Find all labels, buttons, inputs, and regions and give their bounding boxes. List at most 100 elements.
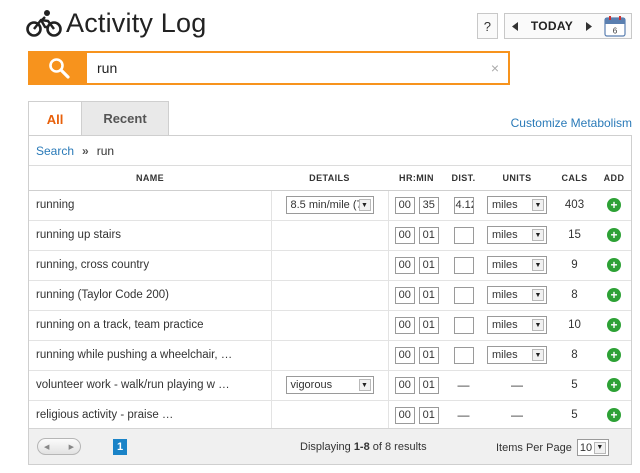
plus-icon: +: [610, 408, 618, 422]
calendar-day: 6: [613, 27, 618, 36]
distance-cell: [445, 310, 482, 341]
dropdown-arrow-icon: ▼: [358, 199, 371, 211]
activity-name: running up stairs: [29, 220, 271, 251]
page-title: Activity Log: [66, 7, 207, 38]
arrow-right-icon: [586, 21, 592, 31]
details-select[interactable]: 8.5 min/mile (7 ▼: [285, 196, 374, 214]
breadcrumb-search-link[interactable]: Search: [36, 144, 74, 158]
distance-input[interactable]: [453, 256, 474, 274]
units-select[interactable]: miles ▼: [487, 226, 547, 244]
hours-input[interactable]: 00: [394, 286, 415, 304]
details-cell: vigorous ▼: [270, 370, 389, 401]
plus-icon: +: [610, 258, 618, 272]
next-day-button[interactable]: [579, 21, 599, 31]
details-value: vigorous: [290, 379, 333, 391]
hours-input[interactable]: 00: [394, 376, 415, 394]
minutes-input[interactable]: 35: [418, 196, 439, 214]
distance-input[interactable]: [453, 226, 474, 244]
units-select[interactable]: miles ▼: [487, 286, 547, 304]
duration-cell: 00 01: [388, 370, 445, 401]
add-cell: +: [597, 400, 631, 431]
table-row: running on a track, team practice 00 01 m…: [29, 310, 631, 341]
units-value: miles: [492, 229, 518, 241]
customize-metabolism-link[interactable]: Customize Metabolism: [511, 116, 632, 130]
units-select[interactable]: miles ▼: [487, 196, 547, 214]
distance-cell: [445, 220, 482, 251]
bicycle-icon: [26, 10, 62, 37]
plus-icon: +: [610, 288, 618, 302]
page-number-button[interactable]: 1: [113, 438, 127, 455]
clear-search-icon[interactable]: ×: [482, 53, 508, 83]
search-input[interactable]: [87, 53, 482, 83]
distance-input[interactable]: 4.12: [453, 196, 474, 214]
hours-input[interactable]: 00: [394, 196, 415, 214]
col-header-dist: DIST.: [445, 166, 482, 191]
units-cell: miles ▼: [482, 190, 552, 221]
add-activity-button[interactable]: +: [607, 198, 621, 212]
tab-all[interactable]: All: [28, 101, 82, 136]
hours-input[interactable]: 00: [394, 226, 415, 244]
calories-value: 8: [552, 340, 597, 371]
prev-page-icon[interactable]: ◀: [44, 443, 49, 451]
calendar-icon[interactable]: 6: [603, 15, 627, 37]
units-select[interactable]: miles ▼: [487, 256, 547, 274]
units-select[interactable]: miles ▼: [487, 346, 547, 364]
items-per-page-select[interactable]: 10 ▼: [576, 439, 609, 456]
dropdown-arrow-icon: ▼: [532, 259, 544, 271]
activity-name: running: [29, 190, 271, 221]
minutes-input[interactable]: 01: [418, 256, 439, 274]
distance-input[interactable]: [453, 346, 474, 364]
results-suffix: of 8 results: [369, 441, 427, 453]
add-activity-button[interactable]: +: [607, 228, 621, 242]
hours-input[interactable]: 00: [394, 256, 415, 274]
minutes-input[interactable]: 01: [418, 346, 439, 364]
hours-input[interactable]: 00: [394, 346, 415, 364]
help-button[interactable]: ?: [476, 13, 498, 39]
minutes-input[interactable]: 01: [418, 406, 439, 424]
minutes-input[interactable]: 01: [418, 316, 439, 334]
dropdown-arrow-icon: ▼: [593, 441, 606, 454]
prev-day-button[interactable]: [505, 21, 525, 31]
results-prefix: Displaying: [300, 441, 354, 453]
duration-cell: 00 01: [388, 400, 445, 431]
hours-input[interactable]: 00: [394, 316, 415, 334]
add-activity-button[interactable]: +: [607, 258, 621, 272]
details-cell: [270, 310, 389, 341]
results-range: 1-8: [353, 441, 370, 453]
distance-input[interactable]: [453, 286, 474, 304]
add-activity-button[interactable]: +: [607, 408, 621, 422]
duration-cell: 00 01: [388, 250, 445, 281]
tab-recent[interactable]: Recent: [81, 101, 169, 135]
details-cell: [270, 340, 389, 371]
table-row: volunteer work - walk/run playing w … vi…: [29, 370, 631, 401]
minutes-input[interactable]: 01: [418, 286, 439, 304]
search-button[interactable]: [30, 53, 87, 83]
add-activity-button[interactable]: +: [607, 288, 621, 302]
details-select[interactable]: vigorous ▼: [285, 376, 374, 394]
calories-value: 9: [552, 250, 597, 281]
col-header-units: UNITS: [482, 166, 552, 191]
col-header-name: NAME: [29, 166, 271, 191]
units-select[interactable]: miles ▼: [487, 316, 547, 334]
add-activity-button[interactable]: +: [607, 348, 621, 362]
col-header-add: ADD: [597, 166, 631, 191]
date-navigator: TODAY 6: [503, 13, 632, 39]
distance-input[interactable]: [453, 316, 474, 334]
minutes-input[interactable]: 01: [418, 376, 439, 394]
units-value: miles: [492, 259, 518, 271]
activity-name: religious activity - praise …: [29, 400, 271, 431]
plus-icon: +: [610, 348, 618, 362]
add-activity-button[interactable]: +: [607, 378, 621, 392]
table-row: running (Taylor Code 200) 00 01 miles ▼ 8 …: [29, 280, 631, 311]
breadcrumb-separator: »: [82, 143, 89, 158]
today-button[interactable]: TODAY: [525, 19, 579, 33]
dropdown-arrow-icon: ▼: [532, 319, 544, 331]
next-page-icon[interactable]: ▶: [69, 443, 74, 451]
minutes-input[interactable]: 01: [418, 226, 439, 244]
pager-arrows: ◀ ▶: [37, 438, 81, 455]
add-activity-button[interactable]: +: [607, 318, 621, 332]
hours-input[interactable]: 00: [394, 406, 415, 424]
duration-cell: 00 35: [388, 190, 445, 221]
units-value: miles: [492, 319, 518, 331]
col-header-cals: CALS: [552, 166, 597, 191]
